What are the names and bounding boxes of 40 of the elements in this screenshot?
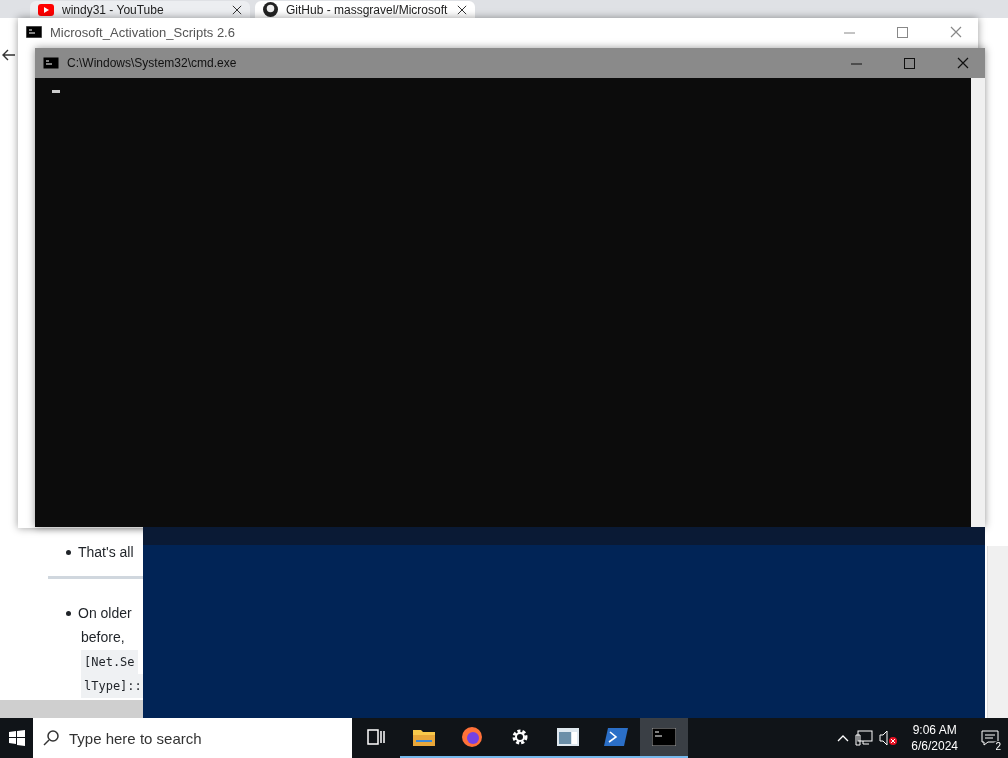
notification-button[interactable]: 2 [972, 718, 1008, 758]
inline-code: [Net.Se [81, 650, 138, 674]
notification-count: 2 [993, 741, 1003, 752]
video-icon [38, 3, 54, 16]
chevron-up-icon[interactable] [837, 734, 850, 742]
paragraph-text: before, [80, 628, 126, 647]
scrollbar[interactable] [971, 78, 985, 527]
console-icon [26, 26, 42, 38]
close-icon[interactable] [956, 57, 969, 69]
powershell-icon[interactable] [604, 728, 628, 746]
window-title: Microsoft_Activation_Scripts 2.6 [50, 24, 235, 40]
close-icon[interactable] [457, 4, 467, 15]
muted-speaker-icon[interactable] [879, 730, 898, 746]
browser-tab[interactable]: GitHub - massgravel/Microsoft [255, 1, 475, 18]
bullet-icon [66, 549, 71, 555]
bullet-icon [66, 610, 71, 616]
back-arrow-icon[interactable] [1, 49, 15, 61]
text-cursor [52, 90, 60, 93]
scrollbar[interactable] [0, 700, 143, 718]
inline-code: lType]:: [81, 674, 145, 698]
close-icon[interactable] [232, 4, 242, 15]
bullet-text: On older [78, 605, 132, 621]
windows-logo-icon [8, 730, 25, 746]
search-icon [43, 730, 59, 746]
terminal-icon[interactable] [652, 728, 676, 746]
clock[interactable]: 9:06 AM 6/6/2024 [903, 722, 966, 754]
folder-icon[interactable] [413, 728, 435, 746]
search-field[interactable]: Type here to search [33, 718, 352, 758]
maximize-icon[interactable] [904, 57, 915, 69]
gear-icon[interactable] [510, 727, 530, 747]
firefox-icon[interactable] [461, 726, 483, 748]
console-icon [43, 57, 59, 69]
taskbar-app-button[interactable] [640, 718, 688, 758]
scrollbar[interactable] [987, 546, 1008, 718]
task-view-icon[interactable] [367, 729, 385, 745]
window-title: C:\Windows\System32\cmd.exe [67, 56, 237, 70]
browser-tab[interactable]: windy31 - YouTube [30, 1, 250, 18]
network-icon[interactable] [855, 730, 874, 746]
maximize-icon[interactable] [897, 26, 908, 38]
bullet-text: That's all [78, 544, 134, 560]
